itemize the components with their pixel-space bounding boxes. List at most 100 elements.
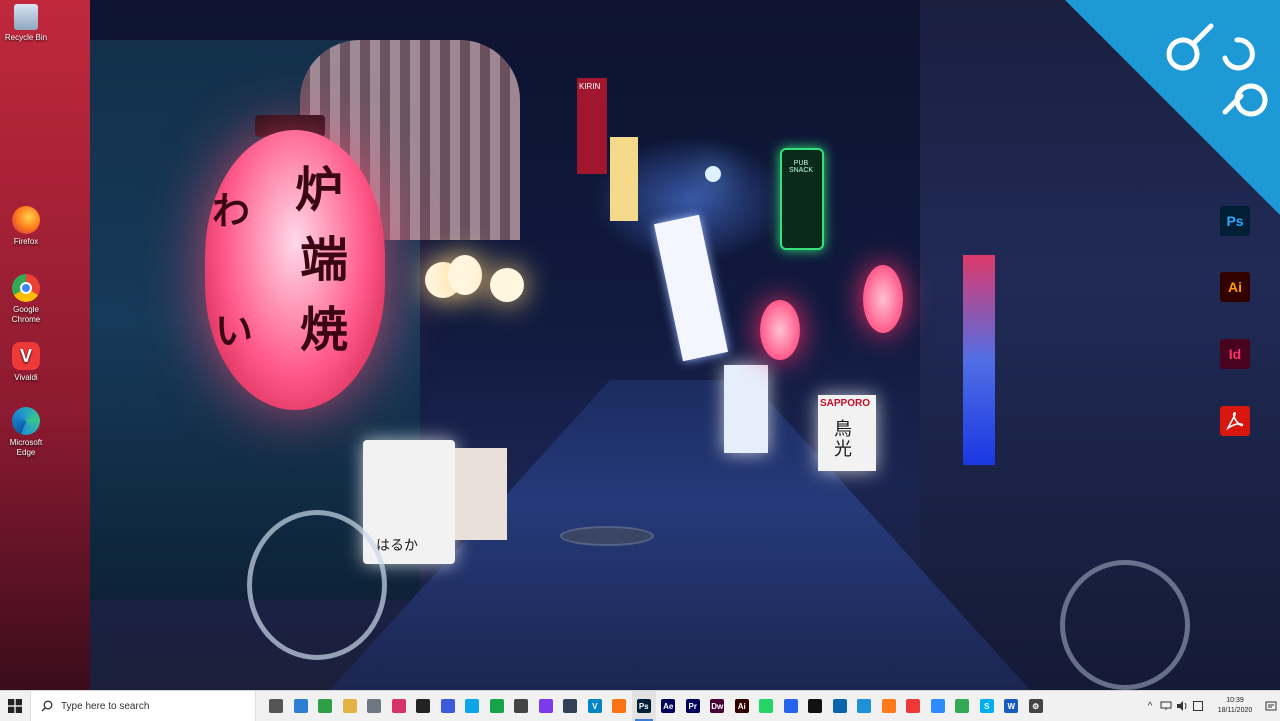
desktop-icon-vivaldi[interactable]: V Vivaldi bbox=[0, 342, 52, 383]
sapporo-sign-sub: 鳥光 bbox=[834, 419, 852, 460]
start-button[interactable] bbox=[0, 691, 30, 721]
desktop-icon-chrome[interactable]: Google Chrome bbox=[0, 274, 52, 325]
haruka-sign-text: はるか bbox=[376, 538, 418, 554]
taskbar-app-zoom[interactable] bbox=[926, 691, 951, 721]
desktop-icon-firefox[interactable]: Firefox bbox=[0, 206, 52, 247]
taskbar-app-premiere[interactable]: Pr bbox=[681, 691, 706, 721]
chevron-up-icon: ^ bbox=[1147, 700, 1153, 712]
taskbar-app-edit[interactable] bbox=[485, 691, 510, 721]
banner-flag bbox=[653, 214, 729, 362]
taskbar-app-outlook[interactable] bbox=[828, 691, 853, 721]
recycle-bin-icon bbox=[14, 4, 38, 30]
network-icon[interactable] bbox=[1158, 691, 1174, 721]
taskbar-app-settings[interactable]: ⚙ bbox=[1024, 691, 1049, 721]
taskbar-app-aftereffects[interactable]: Ae bbox=[656, 691, 681, 721]
desktop-icon-label: Microsoft Edge bbox=[9, 438, 43, 457]
taskbar-app-dreamweaver[interactable]: Dw bbox=[705, 691, 730, 721]
notes-icon bbox=[465, 699, 480, 713]
mail-icon bbox=[783, 699, 798, 713]
taskbar-app-illustrator[interactable]: Ai bbox=[730, 691, 755, 721]
save-icon bbox=[440, 699, 455, 713]
taskbar-app-vivaldi[interactable] bbox=[901, 691, 926, 721]
whatsapp-icon bbox=[759, 699, 774, 713]
taskbar-app-xbox[interactable] bbox=[313, 691, 338, 721]
kirin-sign-text: KIRIN bbox=[579, 82, 601, 91]
street-light bbox=[705, 166, 721, 182]
vivaldi-icon: V bbox=[12, 342, 40, 370]
chrome-icon bbox=[12, 274, 40, 302]
zoom-icon bbox=[930, 699, 945, 713]
taskbar-app-edge[interactable] bbox=[852, 691, 877, 721]
taskbar-app-task-view[interactable] bbox=[264, 691, 289, 721]
edge-icon bbox=[857, 699, 872, 713]
taskbar-app-word[interactable]: W bbox=[999, 691, 1024, 721]
windows-icon bbox=[8, 699, 22, 713]
pub-snack-sign-text: PUB SNACK bbox=[788, 160, 814, 174]
taskbar-app-vectorworks[interactable]: V bbox=[583, 691, 608, 721]
vectorworks-icon: V bbox=[587, 699, 602, 713]
taskbar-clock[interactable]: 10:39 18/11/2020 bbox=[1208, 696, 1262, 716]
taskbar-app-explorer[interactable] bbox=[338, 691, 363, 721]
illustrator-shortcut[interactable]: Ai bbox=[1220, 272, 1250, 302]
taskbar-app-snip[interactable] bbox=[289, 691, 314, 721]
clock-time: 10:39 bbox=[1226, 697, 1244, 704]
pen-icon bbox=[538, 699, 553, 713]
taskbar-app-github[interactable] bbox=[803, 691, 828, 721]
firefox-icon bbox=[881, 699, 896, 713]
taskbar-app-calculator[interactable] bbox=[362, 691, 387, 721]
calculator-icon bbox=[367, 699, 382, 713]
taskbar-app-obs[interactable] bbox=[411, 691, 436, 721]
taskbar-app-blender[interactable] bbox=[607, 691, 632, 721]
chrome-icon bbox=[955, 699, 970, 713]
lantern-glyph: 端 bbox=[300, 232, 349, 288]
desktop-icon-edge[interactable]: Microsoft Edge bbox=[0, 407, 52, 458]
lantern-glyph: 焼 bbox=[300, 302, 349, 358]
acrobat-icon bbox=[1225, 412, 1244, 431]
volume-icon[interactable] bbox=[1174, 691, 1190, 721]
snip-icon bbox=[293, 699, 308, 713]
dcp-logo bbox=[1065, 0, 1280, 215]
photoshop-icon: Ps bbox=[636, 699, 651, 713]
desktop-icon-label: Google Chrome bbox=[11, 305, 41, 324]
premiere-icon: Pr bbox=[685, 699, 700, 713]
crates bbox=[455, 448, 507, 540]
kirin-sign bbox=[577, 78, 607, 174]
acrobat-shortcut[interactable] bbox=[1220, 406, 1250, 436]
outlook-icon bbox=[832, 699, 847, 713]
taskbar-app-notes[interactable] bbox=[460, 691, 485, 721]
taskbar-app-skype[interactable]: S bbox=[975, 691, 1000, 721]
resolve-icon bbox=[563, 699, 578, 713]
indesign-shortcut[interactable]: Id bbox=[1220, 339, 1250, 369]
bicycle-wheel bbox=[1060, 560, 1190, 690]
taskbar-app-paint[interactable] bbox=[387, 691, 412, 721]
taskbar-app-photoshop[interactable]: Ps bbox=[631, 691, 656, 721]
language-icon[interactable] bbox=[1190, 691, 1206, 721]
vivaldi-icon bbox=[906, 699, 921, 713]
snack-standing-sign bbox=[724, 365, 768, 453]
taskbar-app-whatsapp[interactable] bbox=[754, 691, 779, 721]
paint-icon bbox=[391, 699, 406, 713]
dreamweaver-icon: Dw bbox=[710, 699, 725, 713]
globe-light bbox=[490, 268, 524, 302]
sapporo-sign-text: SAPPORO bbox=[820, 398, 871, 409]
taskbar-app-firefox[interactable] bbox=[877, 691, 902, 721]
xbox-icon bbox=[318, 699, 333, 713]
firefox-icon bbox=[12, 206, 40, 234]
taskbar-app-chrome[interactable] bbox=[950, 691, 975, 721]
illustrator-icon: Ai bbox=[1228, 279, 1242, 295]
taskbar-app-save[interactable] bbox=[436, 691, 461, 721]
taskbar-app-mail[interactable] bbox=[779, 691, 804, 721]
taskbar-search-box[interactable]: Type here to search bbox=[30, 691, 256, 721]
pink-lantern bbox=[863, 265, 903, 333]
pink-lantern bbox=[760, 300, 800, 360]
skype-icon: S bbox=[979, 699, 994, 713]
vertical-shop-sign bbox=[610, 137, 638, 221]
taskbar-app-inkscape[interactable] bbox=[509, 691, 534, 721]
desktop-icon-recycle-bin[interactable]: Recycle Bin bbox=[0, 4, 52, 43]
tray-overflow-chevron[interactable]: ^ bbox=[1142, 691, 1158, 721]
action-center-button[interactable] bbox=[1262, 691, 1280, 721]
aftereffects-icon: Ae bbox=[661, 699, 676, 713]
taskbar-app-resolve[interactable] bbox=[558, 691, 583, 721]
settings-icon: ⚙ bbox=[1028, 699, 1043, 713]
taskbar-app-pen[interactable] bbox=[534, 691, 559, 721]
